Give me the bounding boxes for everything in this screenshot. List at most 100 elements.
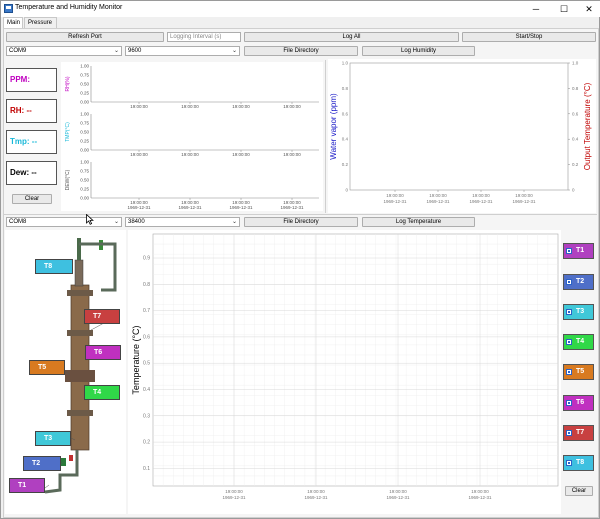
close-button[interactable]: ✕ [576,1,600,17]
right-y-axis-label: Output Temperature (°C) [583,82,592,170]
legend-item-t8[interactable]: T8 [563,455,594,471]
maximize-button[interactable]: ☐ [551,1,577,17]
legend-item-t1[interactable]: T1 [563,243,594,259]
left-y-tick-label: 0.2 [342,162,349,167]
start-stop-button[interactable]: Start/Stop [462,32,596,42]
checkbox-icon[interactable] [566,339,572,345]
x-tick-label: 19:00:00 [283,152,301,157]
dew-readout-label: Dew: -- [10,168,37,177]
tmp-readout-label: Tmp: -- [10,137,38,146]
y-axis-label: TMP(°C) [65,122,71,142]
x-tick-label: 19:00:00 [429,193,447,198]
right-y-tick-label: 0.8 [572,86,579,91]
humidity-file-directory-button[interactable]: File Directory [244,46,358,56]
checkbox-icon[interactable] [566,279,572,285]
y-axis-label: DEW(°C) [65,169,71,190]
y-tick-label: 0.25 [80,91,89,96]
y-tick-label: 0.00 [80,100,89,105]
legend-label: T7 [576,429,585,436]
x-tick-label: 19:00:00 [515,193,533,198]
minimize-button[interactable]: ─ [523,1,549,17]
x-tick-label: 19:00:00 [232,152,250,157]
log-humidity-button[interactable]: Log Humidity [362,46,475,56]
right-y-tick-label: 0.4 [572,137,579,142]
tab-pressure[interactable]: Pressure [24,17,57,28]
legend-item-t5[interactable]: T5 [563,364,594,380]
x-tick-date: 1969-12-31 [222,495,246,500]
right-y-tick-label: 1.0 [572,61,579,66]
checkbox-icon[interactable] [566,369,572,375]
legend-item-t2[interactable]: T2 [563,274,594,290]
left-y-tick-label: 1.0 [342,61,349,66]
humidity-clear-button[interactable]: Clear [12,194,52,204]
window-title: Temperature and Humidity Monitor [15,4,123,11]
chevron-down-icon: ⌄ [113,48,119,54]
humidity-port-select[interactable]: COM9 ⌄ [6,46,122,56]
temperature-port-select[interactable]: COM8 ⌄ [6,217,122,227]
y-tick-label: 0.5 [143,361,150,367]
sensor-label-t7: T7 [84,309,120,324]
vertical-divider [325,60,326,213]
checkbox-icon[interactable] [566,460,572,466]
legend-item-t7[interactable]: T7 [563,425,594,441]
y-tick-label: 0.50 [80,178,89,183]
log-all-button[interactable]: Log All [244,32,459,42]
humidity-small-plots-svg: 1.00 0.75 0.50 0.25 0.00 RH(%) 19:00:00 19:00:0… [65,64,319,210]
right-y-tick-label: 0.6 [572,111,579,116]
sensor-label-text: T2 [32,460,41,467]
sensor-label-text: T5 [38,364,47,371]
ppm-readout: PPM: [6,68,57,92]
x-tick-date: 1969-12-31 [512,199,536,204]
left-y-tick-label: 0 [345,188,348,193]
x-tick-date: 1969-12-31 [426,199,450,204]
humidity-main-plot-svg: 1.0 0.8 0.6 0.4 0.2 0 1.0 0.8 0.6 0.4 0.2 0 Water va… [329,61,592,205]
y-tick-label: 1.00 [80,112,89,117]
humidity-baud-select[interactable]: 9600 ⌄ [125,46,240,56]
temperature-port-value: COM8 [9,219,27,225]
humidity-small-plots: 1.00 0.75 0.50 0.25 0.00 RH(%) 19:00:00 19:00:0… [61,62,323,211]
mouse-cursor-icon [86,214,94,225]
x-tick-label: 19:00:00 [389,489,407,494]
y-tick-label: 0.4 [143,387,150,393]
legend-item-t3[interactable]: T3 [563,304,594,320]
legend-label: T2 [576,278,585,285]
sensor-label-text: T6 [94,349,103,356]
log-temperature-button[interactable]: Log Temperature [362,217,475,227]
y-tick-label: 0.50 [80,82,89,87]
temperature-clear-button[interactable]: Clear [565,486,593,496]
x-tick-date: 1969-12-31 [280,205,304,210]
left-y-tick-label: 0.4 [342,137,349,142]
y-tick-label: 0.8 [143,282,150,288]
chevron-down-icon: ⌄ [231,219,237,225]
legend-item-t4[interactable]: T4 [563,334,594,350]
x-tick-label: 19:00:00 [225,489,243,494]
x-tick-date: 1969-12-31 [127,205,151,210]
sensor-label-t2: T2 [23,456,61,471]
x-tick-label: 19:00:00 [307,489,325,494]
checkbox-icon[interactable] [566,309,572,315]
legend-item-t6[interactable]: T6 [563,395,594,411]
temperature-baud-select[interactable]: 38400 ⌄ [125,217,240,227]
checkbox-icon[interactable] [566,430,572,436]
legend-label: T8 [576,459,585,466]
x-tick-date: 1969-12-31 [386,495,410,500]
tab-main[interactable]: Main [3,17,23,28]
x-tick-label: 19:00:00 [130,104,148,109]
legend-label: T4 [576,338,585,345]
chevron-down-icon: ⌄ [231,48,237,54]
dew-readout: Dew: -- [6,161,57,185]
y-tick-label: 0.75 [80,121,89,126]
y-tick-label: 0.6 [143,334,150,340]
y-axis-label: Temperature (°C) [131,325,141,394]
checkbox-icon[interactable] [566,400,572,406]
humidity-baud-value: 9600 [128,48,142,54]
sensor-label-text: T4 [93,389,102,396]
temperature-file-directory-button[interactable]: File Directory [244,217,358,227]
humidity-main-plot: 1.0 0.8 0.6 0.4 0.2 0 1.0 0.8 0.6 0.4 0.2 0 Water va… [328,59,596,213]
logging-interval-input[interactable]: Logging Interval (s) [167,32,241,42]
refresh-port-button[interactable]: Refresh Port [6,32,164,42]
right-y-tick-label: 0 [572,188,575,193]
y-tick-label: 0.9 [143,256,150,262]
checkbox-icon[interactable] [566,248,572,254]
temperature-baud-value: 38400 [128,219,145,225]
